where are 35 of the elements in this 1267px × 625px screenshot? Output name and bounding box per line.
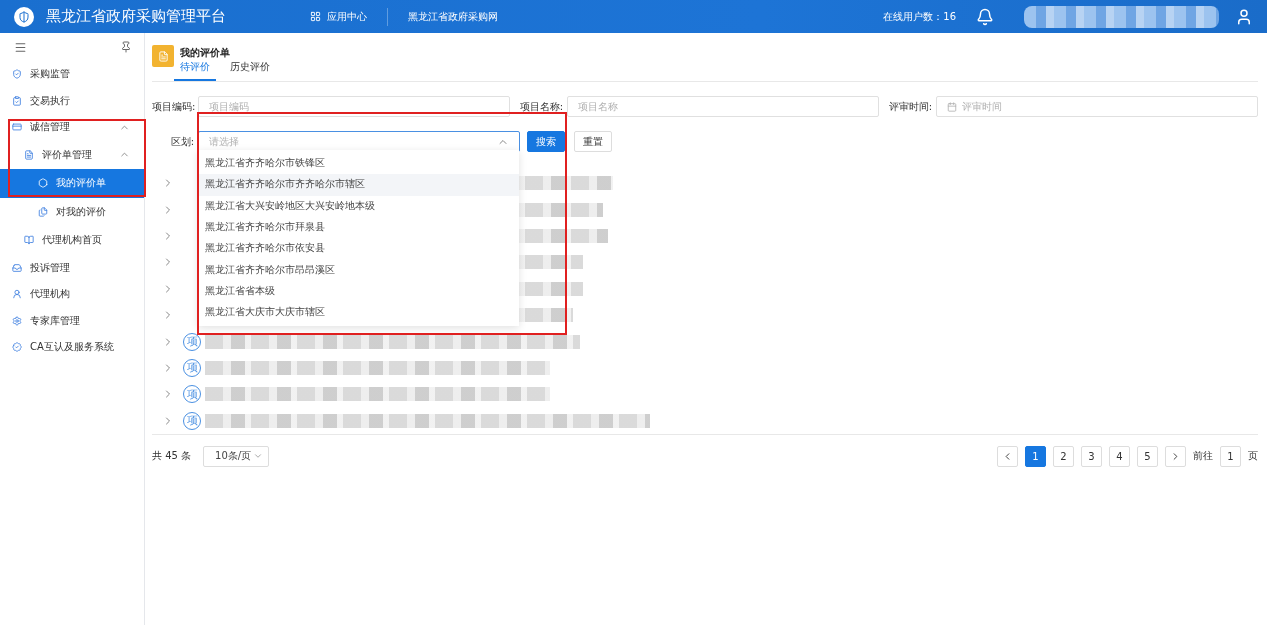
sidebar-item[interactable]: 对我的评价 xyxy=(0,197,144,226)
app-title: 黑龙江省政府采购管理平台 xyxy=(46,7,226,26)
sidebar-item[interactable]: CA互认及服务系统 xyxy=(0,334,144,361)
page-button[interactable]: 1 xyxy=(1025,445,1046,467)
sidebar-item[interactable]: 诚信管理 xyxy=(0,114,144,141)
sidebar-item[interactable]: 代理机构 xyxy=(0,281,144,308)
tab[interactable]: 待评价 xyxy=(174,60,216,81)
sidebar-item[interactable]: 交易执行 xyxy=(0,87,144,114)
online-users-count: 在线用户数：16 xyxy=(883,9,956,24)
page-button[interactable]: 5 xyxy=(1137,445,1158,467)
page-size-select[interactable]: 10条/页 xyxy=(203,445,270,467)
app-center-link[interactable]: 应用中心 xyxy=(310,9,367,24)
field-label: 项目编码: xyxy=(152,99,197,114)
tab[interactable]: 历史评价 xyxy=(224,60,276,81)
sidebar-item[interactable]: 投诉管理 xyxy=(0,254,144,281)
sidebar-item[interactable]: 采购监管 xyxy=(0,61,144,88)
sidebar-item[interactable]: 代理机构首页 xyxy=(0,226,144,255)
search-button[interactable]: 搜索 xyxy=(527,131,565,152)
dropdown-option[interactable]: 黑龙江省齐齐哈尔市齐齐哈尔市辖区 xyxy=(198,174,519,196)
field-label: 项目名称: xyxy=(518,99,564,114)
page-title: 我的评价单 xyxy=(180,47,231,60)
page-suffix: 页 xyxy=(1248,449,1258,464)
sidebar-item[interactable]: 评价单管理 xyxy=(0,140,144,169)
sidebar-item[interactable]: 专家库管理 xyxy=(0,307,144,334)
page-button[interactable]: 2 xyxy=(1053,445,1074,467)
field-label: 评审时间: xyxy=(887,99,933,114)
page-button[interactable]: 3 xyxy=(1081,445,1102,467)
page-button[interactable]: 4 xyxy=(1109,445,1130,467)
site-link[interactable]: 黑龙江省政府采购网 xyxy=(408,9,498,24)
field-label: 区划: xyxy=(169,134,195,149)
total-count: 共 45 条 xyxy=(152,449,192,464)
goto-page-input[interactable]: 1 xyxy=(1220,445,1241,467)
goto-label: 前往 xyxy=(1193,449,1213,464)
reset-button[interactable]: 重置 xyxy=(574,131,612,152)
sidebar-item[interactable]: 我的评价单 xyxy=(0,169,144,198)
